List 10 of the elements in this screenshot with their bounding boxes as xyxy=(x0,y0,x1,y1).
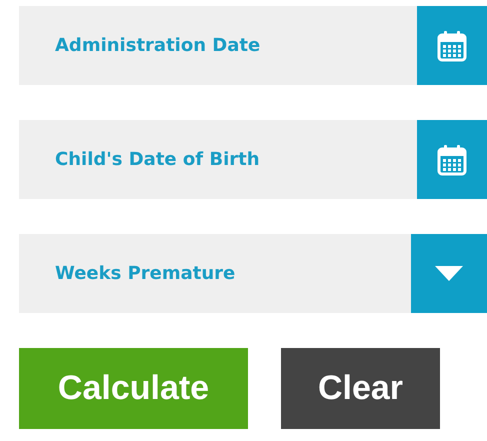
dropdown-button[interactable] xyxy=(411,234,487,313)
caret-icon xyxy=(435,266,463,281)
calendar-icon xyxy=(437,30,467,62)
calendar-button[interactable] xyxy=(417,6,487,85)
select-field[interactable]: Weeks Premature xyxy=(19,234,411,313)
date-field[interactable]: Child's Date of Birth xyxy=(19,120,417,199)
calendar-button[interactable] xyxy=(417,120,487,199)
calendar-icon xyxy=(437,144,467,176)
date-field[interactable]: Administration Date xyxy=(19,6,417,85)
clear-button[interactable]: Clear xyxy=(281,348,440,429)
